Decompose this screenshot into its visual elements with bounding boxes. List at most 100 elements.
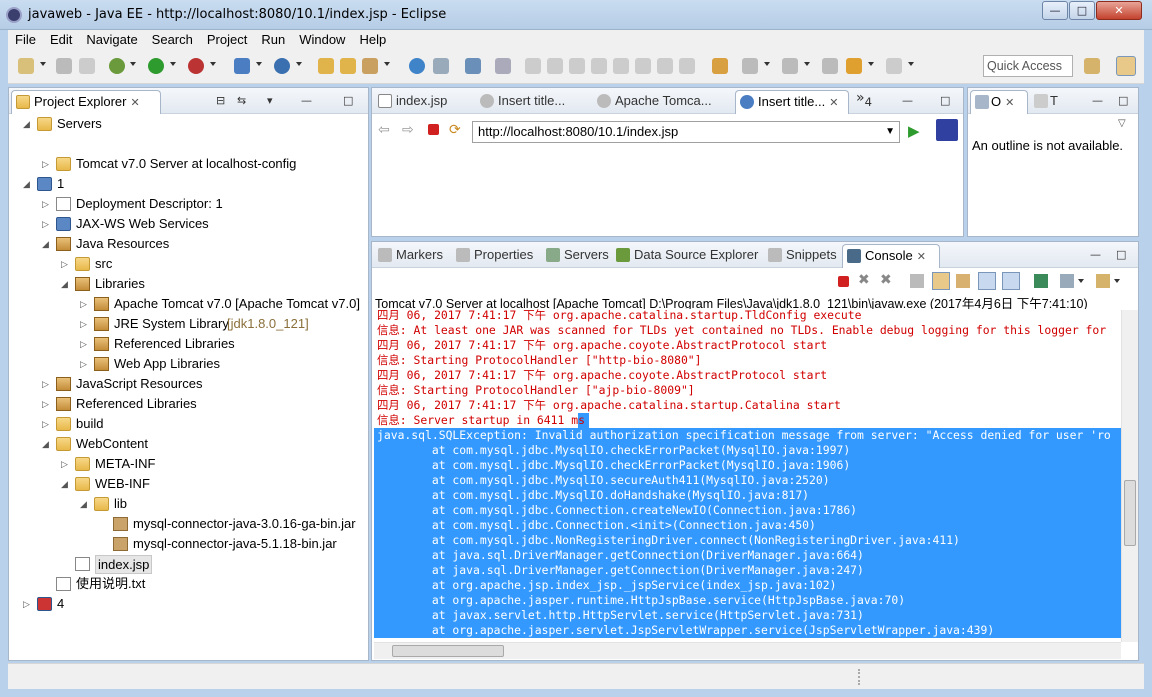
forward-dropdown-icon[interactable] xyxy=(908,62,914,66)
tree-item[interactable]: ▷ JRE System Library [jdk1.8.0_121] xyxy=(9,314,368,334)
browser-back-icon[interactable]: ⇦ xyxy=(378,122,390,138)
maximize-view-icon[interactable]: □ xyxy=(343,94,353,107)
tree-item[interactable]: ▷ 4 xyxy=(9,594,368,614)
expand-arrow-icon[interactable]: ▷ xyxy=(80,334,87,354)
show-stderr-icon[interactable] xyxy=(1002,272,1020,290)
expand-arrow-icon[interactable]: ▷ xyxy=(80,294,87,314)
expand-arrow-icon[interactable]: ▷ xyxy=(42,414,49,434)
collapse-arrow-icon[interactable]: ◢ xyxy=(23,174,30,194)
terminate-icon[interactable] xyxy=(569,58,585,74)
new-java-class-icon[interactable] xyxy=(274,58,290,74)
tree-item[interactable]: ◢ Java Resources xyxy=(9,234,368,254)
back-dropdown-icon[interactable] xyxy=(868,62,874,66)
maximize-view-icon[interactable]: □ xyxy=(1118,94,1128,107)
next-annotation-dropdown-icon[interactable] xyxy=(764,62,770,66)
step-return-icon[interactable] xyxy=(657,58,673,74)
tab-console[interactable]: Console ✕ xyxy=(842,244,940,268)
search-icon[interactable] xyxy=(362,58,378,74)
browser-refresh-icon[interactable]: ⟳ xyxy=(449,122,461,138)
collapse-all-icon[interactable]: ⊟ xyxy=(216,94,225,107)
external-tools-dropdown-icon[interactable] xyxy=(210,62,216,66)
minimize-view-icon[interactable]: — xyxy=(1092,94,1103,107)
word-wrap-icon[interactable] xyxy=(956,274,970,288)
tree-item[interactable]: ▷ src xyxy=(9,254,368,274)
menu-file[interactable]: File xyxy=(8,30,43,50)
menu-run[interactable]: Run xyxy=(254,30,292,50)
close-icon[interactable]: ✕ xyxy=(917,251,926,263)
expand-arrow-icon[interactable]: ▷ xyxy=(80,314,87,334)
tab-outline[interactable]: O ✕ xyxy=(970,90,1028,114)
tab-markers[interactable]: Markers xyxy=(374,244,450,268)
tree-item[interactable]: 使用说明.txt xyxy=(9,574,368,594)
forward-icon[interactable] xyxy=(886,58,902,74)
menu-window[interactable]: Window xyxy=(292,30,352,50)
tree-item[interactable]: ◢ lib xyxy=(9,494,368,514)
remove-all-icon[interactable]: ✖ xyxy=(880,272,892,288)
open-console-dropdown-icon[interactable] xyxy=(1114,279,1120,283)
remove-launch-icon[interactable]: ✖ xyxy=(858,272,870,288)
terminate-icon[interactable] xyxy=(838,276,849,287)
show-stdout-icon[interactable] xyxy=(978,272,996,290)
minimize-view-icon[interactable]: — xyxy=(1090,248,1101,261)
debug-icon[interactable] xyxy=(109,58,125,74)
tree-item[interactable]: ▷ Web App Libraries xyxy=(9,354,368,374)
collapse-arrow-icon[interactable]: ◢ xyxy=(23,114,30,134)
go-icon[interactable]: ▶ xyxy=(908,122,920,140)
open-console-icon[interactable] xyxy=(1096,274,1110,288)
tree-item[interactable]: ▷ META-INF xyxy=(9,454,368,474)
open-perspective-icon[interactable] xyxy=(1084,58,1100,74)
view-menu-icon[interactable]: ▾ xyxy=(267,94,273,107)
console-vertical-scrollbar[interactable] xyxy=(1121,310,1138,642)
minimize-button[interactable]: — xyxy=(1042,1,1068,20)
tree-item[interactable]: ◢ 1 xyxy=(9,174,368,194)
close-icon[interactable]: ✕ xyxy=(130,97,139,109)
menu-navigate[interactable]: Navigate xyxy=(79,30,144,50)
expand-arrow-icon[interactable]: ▷ xyxy=(80,354,87,374)
menu-search[interactable]: Search xyxy=(145,30,200,50)
run-dropdown-icon[interactable] xyxy=(170,62,176,66)
tree-item[interactable]: index.jsp xyxy=(9,554,368,574)
step-into-icon[interactable] xyxy=(613,58,629,74)
tab-servers[interactable]: Servers xyxy=(542,244,610,268)
tree-item[interactable]: ▷ Apache Tomcat v7.0 [Apache Tomcat v7.0] xyxy=(9,294,368,314)
expand-arrow-icon[interactable]: ▷ xyxy=(42,214,49,234)
quick-access-input[interactable]: Quick Access xyxy=(983,55,1073,77)
monitor-icon[interactable] xyxy=(465,58,481,74)
resume-icon[interactable] xyxy=(525,58,541,74)
tree-item[interactable]: ◢ WEB-INF xyxy=(9,474,368,494)
save-icon[interactable] xyxy=(56,58,72,74)
eclipse-browser-icon[interactable] xyxy=(936,119,958,141)
view-menu-icon[interactable]: ▽ xyxy=(1118,118,1126,129)
tree-item[interactable]: ▷ Tomcat v7.0 Server at localhost-config xyxy=(9,154,368,174)
suspend-icon[interactable] xyxy=(547,58,563,74)
tree-item[interactable]: ▷ JavaScript Resources xyxy=(9,374,368,394)
browser-stop-icon[interactable] xyxy=(428,124,439,135)
previous-annotation-dropdown-icon[interactable] xyxy=(804,62,810,66)
tree-item[interactable]: mysql-connector-java-5.1.18-bin.jar xyxy=(9,534,368,554)
save-all-icon[interactable] xyxy=(79,58,95,74)
open-type-icon[interactable] xyxy=(318,58,334,74)
tree-item[interactable]: mysql-connector-java-3.0.16-ga-bin.jar xyxy=(9,514,368,534)
tree-item[interactable]: ◢ Libraries xyxy=(9,274,368,294)
step-over-icon[interactable] xyxy=(635,58,651,74)
new-java-class-dropdown-icon[interactable] xyxy=(296,62,302,66)
maximize-view-icon[interactable]: □ xyxy=(940,94,950,107)
new-server-icon[interactable] xyxy=(234,58,250,74)
chevron-down-icon[interactable]: ▼ xyxy=(885,122,895,142)
tree-item[interactable] xyxy=(9,134,368,154)
debug-dropdown-icon[interactable] xyxy=(130,62,136,66)
console-output[interactable]: 四月 06, 2017 7:41:17 下午 org.apache.catali… xyxy=(374,308,1121,643)
tree-item[interactable]: ▷ build xyxy=(9,414,368,434)
maximize-view-icon[interactable]: □ xyxy=(1116,248,1126,261)
java-ee-perspective-icon[interactable] xyxy=(1116,56,1136,76)
collapse-arrow-icon[interactable]: ◢ xyxy=(61,274,68,294)
new-server-dropdown-icon[interactable] xyxy=(256,62,262,66)
use-step-filters-icon[interactable] xyxy=(712,58,728,74)
collapse-arrow-icon[interactable]: ◢ xyxy=(42,234,49,254)
tree-item[interactable]: ◢ WebContent xyxy=(9,434,368,454)
tab-index-jsp[interactable]: index.jsp xyxy=(374,90,474,114)
scroll-lock-icon[interactable] xyxy=(932,272,950,290)
tab-data-source-explorer[interactable]: Data Source Explorer xyxy=(612,244,762,268)
tab-snippets[interactable]: Snippets xyxy=(764,244,840,268)
open-folder-icon[interactable] xyxy=(340,58,356,74)
